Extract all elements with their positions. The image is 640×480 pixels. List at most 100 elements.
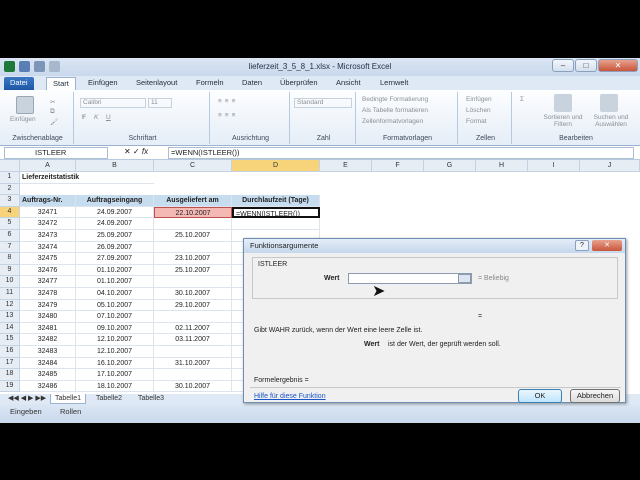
table-cell[interactable]: 01.10.2007 [76, 276, 154, 288]
table-cell[interactable] [154, 369, 232, 381]
table-cell[interactable]: 30.10.2007 [154, 288, 232, 300]
help-icon[interactable]: ? [575, 240, 589, 251]
sum-icon[interactable]: Σ [520, 96, 524, 103]
column-header[interactable]: I [528, 160, 580, 172]
table-cell[interactable]: 24.09.2007 [76, 218, 154, 230]
close-button[interactable]: ✕ [598, 59, 638, 72]
table-cell[interactable]: 27.09.2007 [76, 253, 154, 265]
table-cell[interactable]: 07.10.2007 [76, 311, 154, 323]
table-cell[interactable]: 32485 [20, 369, 76, 381]
table-cell[interactable]: 09.10.2007 [76, 322, 154, 335]
find-select-button[interactable]: Suchen und Auswählen [588, 114, 634, 128]
arg-input[interactable] [348, 273, 472, 284]
table-cell[interactable]: 30.10.2007 [154, 380, 232, 393]
table-cell[interactable]: 25.10.2007 [154, 264, 232, 277]
header-cell[interactable]: Ausgeliefert am [154, 195, 232, 207]
paste-icon[interactable] [16, 96, 34, 114]
column-header[interactable]: C [154, 160, 232, 172]
insert-cells-button[interactable]: Einfügen [466, 96, 492, 103]
select-all-corner[interactable] [0, 160, 20, 172]
column-header[interactable]: A [20, 160, 76, 172]
align-horizontal-icons[interactable]: ≡≡≡ [218, 112, 238, 119]
table-cell[interactable] [154, 276, 232, 288]
row-header[interactable]: 17 [0, 357, 20, 370]
row-header[interactable]: 8 [0, 253, 20, 265]
sheet-title[interactable]: Lieferzeitstatistik [20, 172, 154, 184]
header-cell[interactable]: Auftragseingang [76, 195, 154, 207]
row-header[interactable]: 11 [0, 288, 20, 300]
ok-button[interactable]: OK [518, 389, 562, 403]
tab-lernwelt[interactable]: Lernwelt [374, 77, 414, 90]
table-cell[interactable]: 26.09.2007 [76, 241, 154, 254]
row-header[interactable]: 14 [0, 322, 20, 335]
italic-button[interactable]: K [94, 114, 98, 121]
tab-start[interactable]: Start [46, 77, 76, 90]
row-header[interactable]: 18 [0, 369, 20, 381]
sheet-tab-3[interactable]: Tabelle3 [134, 394, 168, 404]
underline-button[interactable]: U [106, 114, 111, 121]
tab-page-layout[interactable]: Seitenlayout [130, 77, 183, 90]
sheet-tab-2[interactable]: Tabelle2 [92, 394, 126, 404]
font-size-select[interactable]: 11 [148, 98, 172, 108]
row-header[interactable]: 10 [0, 276, 20, 288]
tab-insert[interactable]: Einfügen [82, 77, 124, 90]
align-icons[interactable]: ≡≡≡ [218, 98, 238, 105]
table-cell[interactable]: 01.10.2007 [76, 264, 154, 277]
format-cells-button[interactable]: Format [466, 118, 487, 125]
header-cell[interactable]: Auftrags-Nr. [20, 195, 76, 207]
row-header[interactable]: 5 [0, 218, 20, 230]
cell-styles-button[interactable]: Zellenformatvorlagen [362, 118, 423, 125]
table-cell[interactable]: 32473 [20, 230, 76, 242]
cancel-button[interactable]: Abbrechen [570, 389, 620, 403]
sort-filter-button[interactable]: Sortieren und Filtern [540, 114, 586, 128]
column-header[interactable]: G [424, 160, 476, 172]
table-cell[interactable]: 25.10.2007 [154, 230, 232, 242]
table-cell[interactable]: 32480 [20, 311, 76, 323]
delete-cells-button[interactable]: Löschen [466, 107, 491, 114]
column-header[interactable]: E [320, 160, 372, 172]
column-header[interactable]: J [580, 160, 640, 172]
table-cell[interactable]: 22.10.2007 [154, 206, 232, 219]
maximize-button[interactable]: □ [575, 59, 597, 72]
conditional-formatting-button[interactable]: Bedingte Formatierung [362, 96, 428, 103]
table-cell[interactable] [154, 346, 232, 358]
format-as-table-button[interactable]: Als Tabelle formatieren [362, 107, 428, 114]
table-cell[interactable]: 32478 [20, 288, 76, 300]
row-header[interactable]: 4 [0, 206, 20, 219]
table-cell[interactable] [154, 311, 232, 323]
formula-input[interactable]: =WENN(ISTLEER()) [168, 147, 634, 159]
dialog-close-button[interactable]: ✕ [592, 240, 622, 251]
fx-icon[interactable]: ✕ ✓ fx [124, 147, 148, 156]
column-header[interactable]: F [372, 160, 424, 172]
table-cell[interactable]: 24.09.2007 [76, 206, 154, 219]
table-cell[interactable]: 32472 [20, 218, 76, 230]
table-cell[interactable]: 05.10.2007 [76, 299, 154, 312]
sort-filter-icon[interactable] [554, 94, 572, 112]
table-cell[interactable]: 32479 [20, 299, 76, 312]
table-cell[interactable] [154, 241, 232, 254]
tab-review[interactable]: Überprüfen [274, 77, 324, 90]
table-cell[interactable]: 32476 [20, 264, 76, 277]
row-header[interactable]: 9 [0, 264, 20, 277]
table-cell-lead-time[interactable]: =WENN(ISTLEER()) [232, 206, 320, 219]
tab-formulas[interactable]: Formeln [190, 77, 230, 90]
copy-icon[interactable]: ⧉ [50, 108, 55, 116]
row-header[interactable]: 15 [0, 334, 20, 346]
table-cell-lead-time[interactable] [232, 218, 320, 230]
bold-button[interactable]: F [82, 114, 86, 121]
table-cell[interactable]: 17.10.2007 [76, 369, 154, 381]
table-cell[interactable]: 32481 [20, 322, 76, 335]
tab-view[interactable]: Ansicht [330, 77, 367, 90]
format-painter-icon[interactable]: 🖌 [50, 118, 58, 126]
column-header[interactable]: B [76, 160, 154, 172]
collapse-dialog-icon[interactable] [458, 274, 471, 283]
table-cell[interactable]: 32484 [20, 357, 76, 370]
row-header[interactable]: 19 [0, 380, 20, 393]
table-cell[interactable]: 29.10.2007 [154, 299, 232, 312]
table-cell[interactable]: 25.09.2007 [76, 230, 154, 242]
row-header[interactable]: 16 [0, 346, 20, 358]
row-header[interactable]: 1 [0, 172, 20, 184]
column-header[interactable]: H [476, 160, 528, 172]
table-cell[interactable]: 18.10.2007 [76, 380, 154, 393]
name-box[interactable]: ISTLEER [4, 147, 108, 159]
